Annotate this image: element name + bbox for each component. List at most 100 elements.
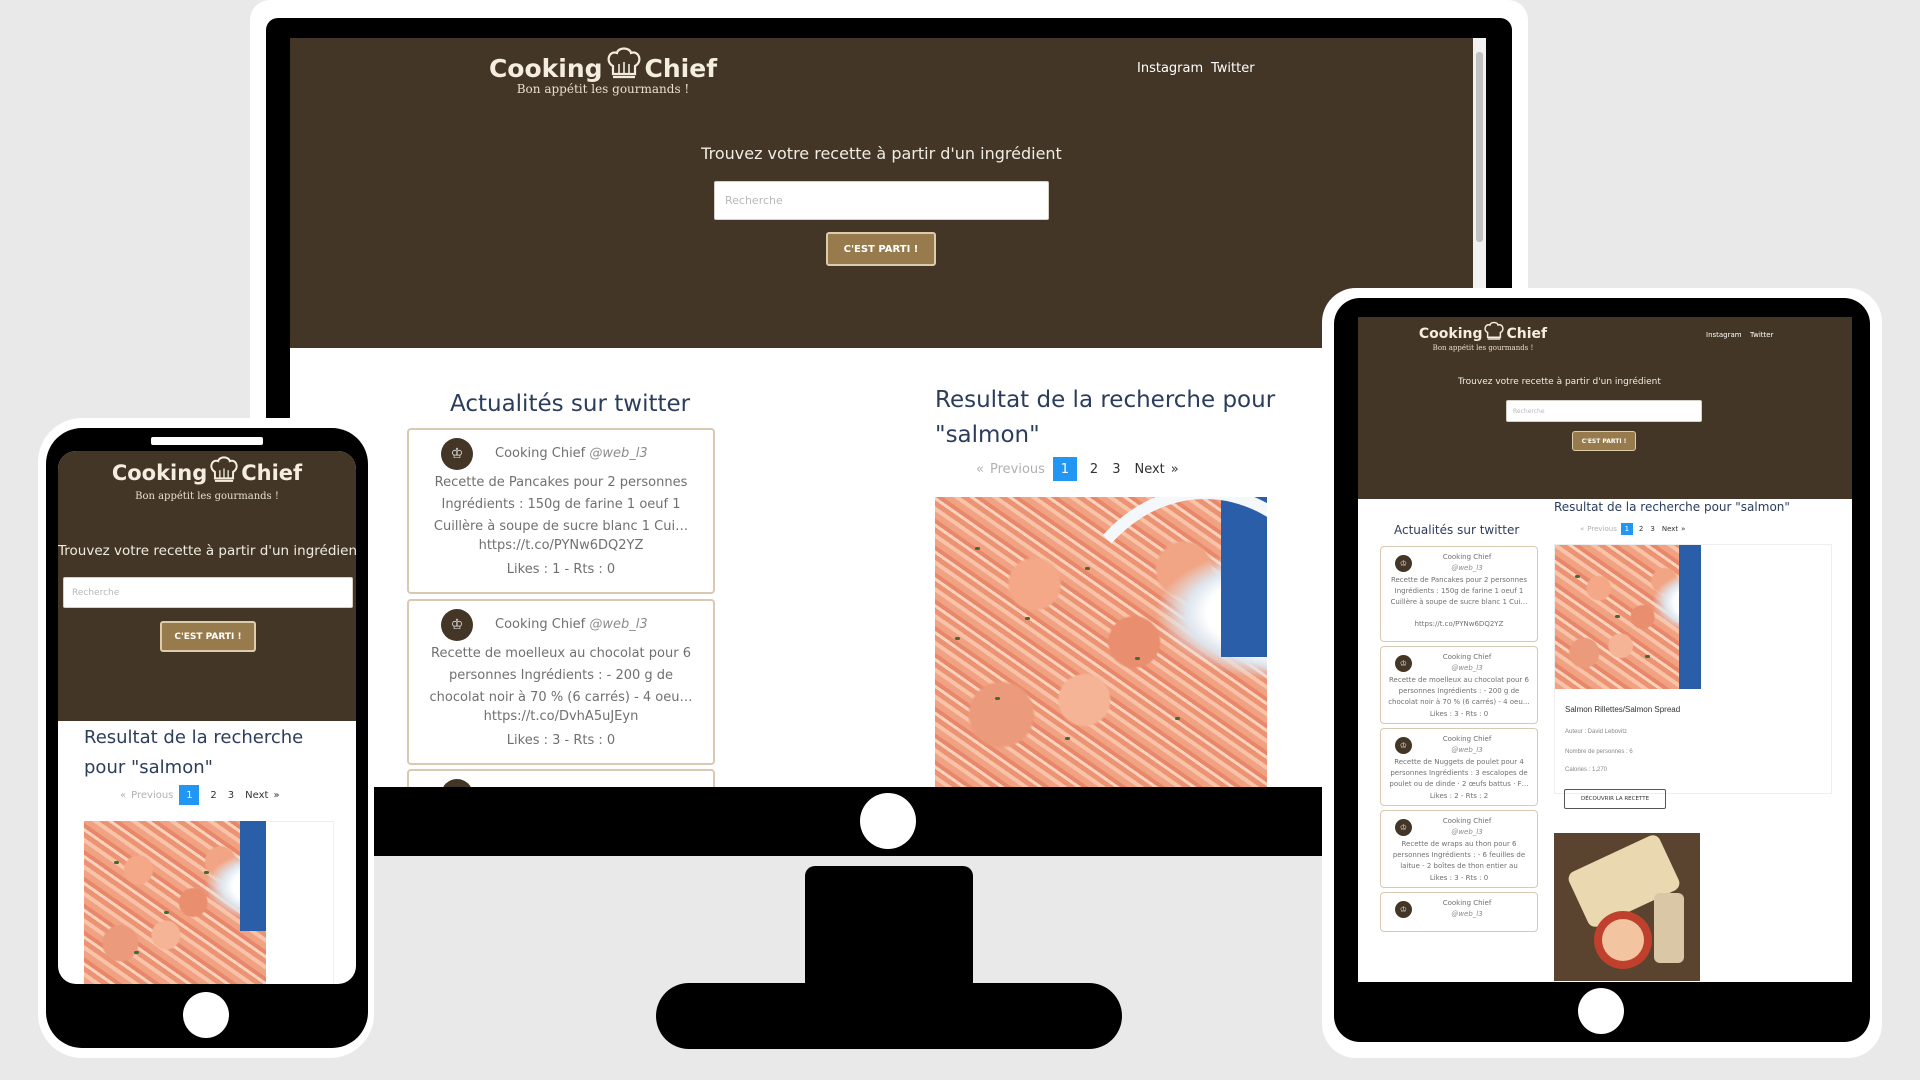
nav-twitter[interactable]: Twitter: [1211, 61, 1255, 76]
logo-text-left: Cooking: [1418, 326, 1483, 342]
recipe-image-2[interactable]: [1554, 833, 1700, 981]
pager-page-3[interactable]: 3: [1650, 525, 1654, 533]
tablet-home-button: [1578, 988, 1624, 1034]
pager-page-1[interactable]: 1: [1620, 523, 1633, 535]
tweet-avatar: ♔: [441, 779, 473, 787]
desktop-tagline: Bon appétit les gourmands !: [516, 82, 690, 96]
tweet-handle[interactable]: @web_l3: [589, 446, 647, 461]
tweet-text: Recette de moelleux au chocolat pour 6 p…: [1388, 676, 1530, 706]
search-button[interactable]: C'EST PARTI !: [826, 232, 936, 266]
pager-page-3[interactable]: 3: [1112, 462, 1120, 477]
monitor-button: [860, 793, 916, 849]
pager-prev[interactable]: Previous: [131, 790, 173, 801]
twitter-section-title: Actualités sur twitter: [450, 391, 691, 417]
tweet-handle[interactable]: @web_l3: [1417, 909, 1517, 920]
pager-page-2[interactable]: 2: [210, 790, 216, 801]
recipe-card: Salmon Rillettes/Salmon Spread Auteur : …: [1554, 544, 1832, 794]
pager-next[interactable]: Next: [1134, 462, 1164, 477]
recipe-image[interactable]: [935, 497, 1267, 787]
tweet-stats: Likes : 3 - Rts : 0: [1429, 874, 1489, 882]
pager-page-2[interactable]: 2: [1639, 525, 1643, 533]
tweet-handle[interactable]: @web_l3: [1417, 827, 1517, 838]
tablet-screen: Cooking Chief Bon appétit les gourmands …: [1358, 317, 1852, 982]
phone-screen: Cooking Chief Bon appétit les gourmands …: [58, 451, 356, 984]
chef-hat-icon: [210, 455, 238, 492]
recipe-persons: Nombre de personnes : 6: [1565, 749, 1633, 755]
nav-instagram[interactable]: Instagram: [1137, 61, 1203, 76]
pager-page-2[interactable]: 2: [1090, 462, 1098, 477]
pager-page-1[interactable]: 1: [179, 785, 200, 805]
tweet-author: Cooking Chief: [495, 446, 586, 461]
phone-tagline: Bon appétit les gourmands !: [135, 491, 279, 502]
tweet-card: ♔ Cooking Chief @web_l3 Recette de moell…: [1380, 646, 1538, 724]
tweet-avatar: ♔: [1395, 655, 1412, 672]
results-title-line2: "salmon": [935, 422, 1040, 448]
logo-text-left: Cooking: [488, 53, 603, 83]
pager-prev-arrow: «: [976, 461, 984, 477]
tweet-author: Cooking Chief: [1442, 553, 1492, 561]
monitor-chin: [376, 788, 1323, 854]
tweet-author: Cooking Chief: [1442, 653, 1492, 661]
search-button[interactable]: C'EST PARTI !: [1572, 431, 1636, 451]
tweet-avatar: ♔: [1395, 819, 1412, 836]
recipe-image[interactable]: [84, 821, 266, 984]
hero-title: Trouvez votre recette à partir d'un ingr…: [58, 543, 356, 559]
pager-prev-arrow: «: [120, 789, 127, 801]
pagination: « Previous 1 2 3 Next »: [120, 785, 280, 805]
desktop-header: Cooking Chief Bon appétit les gourmands …: [290, 38, 1486, 348]
pager-next[interactable]: Next: [1662, 525, 1678, 533]
results-title-line2: pour "salmon": [84, 757, 213, 778]
tweet-stats: Likes : 2 - Rts : 2: [1429, 792, 1489, 800]
tweet-text: Recette de Nuggets de poulet pour 4 pers…: [1389, 758, 1529, 788]
nav-instagram[interactable]: Instagram: [1706, 331, 1742, 339]
tweet-link[interactable]: https://t.co/PYNw6DQ2YZ: [1381, 619, 1537, 630]
monitor-neck: [805, 866, 973, 990]
tablet-tagline: Bon appétit les gourmands !: [1432, 344, 1534, 352]
nav-twitter[interactable]: Twitter: [1750, 331, 1773, 339]
recipe-button[interactable]: DÉCOUVRIR LA RECETTE: [1564, 789, 1666, 809]
tweet-avatar: ♔: [441, 609, 473, 641]
tweet-avatar: ♔: [441, 438, 473, 470]
tweet-avatar: ♔: [1395, 901, 1412, 918]
scroll-thumb[interactable]: [1476, 52, 1483, 242]
pager-page-1[interactable]: 1: [1052, 457, 1077, 481]
tweet-handle[interactable]: @web_l3: [589, 617, 647, 632]
tweet-card: ♔ Cooking Chief @web_l3 Recette de Nugge…: [1380, 728, 1538, 806]
results-title: Resultat de la recherche pour "salmon": [84, 723, 344, 783]
monitor-stand: [656, 983, 1122, 1049]
tweet-handle[interactable]: @web_l3: [1417, 563, 1517, 574]
pager-prev[interactable]: Previous: [1587, 525, 1617, 533]
results-title: Resultat de la recherche pour "salmon": [935, 383, 1295, 453]
search-input[interactable]: Recherche: [714, 181, 1049, 220]
pager-next-arrow: »: [273, 789, 280, 801]
tweet-avatar: ♔: [1395, 555, 1412, 572]
tweet-stats: Likes : 3 - Rts : 0: [506, 733, 616, 748]
desktop-screen: Cooking Chief Bon appétit les gourmands …: [290, 38, 1486, 787]
search-button[interactable]: C'EST PARTI !: [160, 621, 256, 652]
results-title: Resultat de la recherche pour "salmon": [1554, 500, 1790, 514]
tweet-card: ♔ Cooking Chief @web_l3 Recette de Panca…: [407, 428, 715, 594]
search-input[interactable]: Recherche: [63, 577, 353, 608]
pager-page-3[interactable]: 3: [228, 790, 234, 801]
tweet-text: Recette de Pancakes pour 2 personnes Ing…: [433, 475, 689, 534]
tweet-author: Cooking Chief: [1442, 735, 1492, 743]
tweet-handle[interactable]: @web_l3: [1417, 663, 1517, 674]
pager-prev-arrow: «: [1580, 525, 1585, 533]
tweet-handle[interactable]: @web_l3: [1417, 745, 1517, 756]
tweet-link[interactable]: https://t.co/DvhA5uJEyn: [409, 709, 713, 724]
recipe-name: Salmon Rillettes/Salmon Spread: [1565, 705, 1681, 714]
pager-prev[interactable]: Previous: [990, 462, 1045, 477]
tweet-text: Recette de moelleux au chocolat pour 6 p…: [429, 646, 693, 705]
tweet-card: ♔: [407, 769, 715, 787]
phone-speaker: [151, 437, 263, 445]
pager-next[interactable]: Next: [245, 790, 268, 801]
tweet-author: Cooking Chief: [1442, 817, 1492, 825]
hero-title: Trouvez votre recette à partir d'un ingr…: [1458, 377, 1661, 387]
tweet-avatar: ♔: [1395, 737, 1412, 754]
tweet-author-line: Cooking Chief @web_l3: [495, 446, 648, 461]
twitter-section-title: Actualités sur twitter: [1394, 523, 1520, 537]
tweet-link[interactable]: https://t.co/PYNw6DQ2YZ: [409, 538, 713, 553]
tweet-card: ♔ Cooking Chief @web_l3 Recette de wraps…: [1380, 810, 1538, 888]
search-input[interactable]: Recherche: [1506, 400, 1702, 422]
recipe-image[interactable]: [1555, 545, 1701, 689]
